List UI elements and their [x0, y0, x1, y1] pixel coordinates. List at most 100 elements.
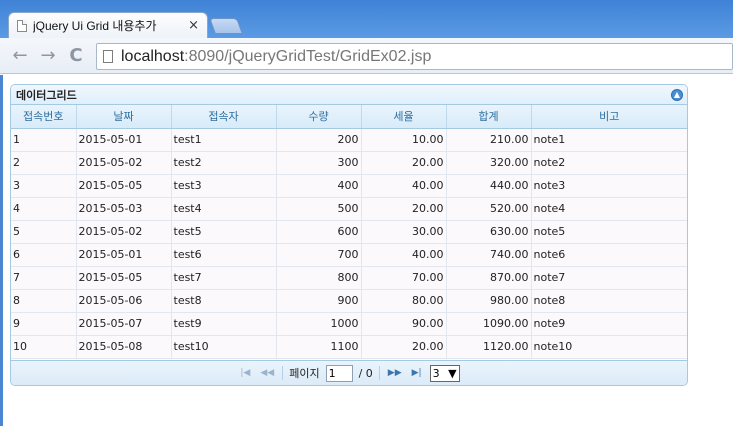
column-header[interactable]: 접속번호 [11, 105, 77, 129]
column-header[interactable]: 수량 [276, 105, 362, 129]
cell-note[interactable]: note4 [531, 197, 687, 221]
new-tab-button[interactable] [209, 18, 243, 34]
table-row[interactable]: 7 2015-05-05 test7 800 70.00 870.00 note7 [11, 266, 687, 290]
cell-total[interactable]: 1120.00 [446, 335, 532, 359]
cell-id[interactable]: 4 [11, 197, 77, 221]
table-row[interactable]: 6 2015-05-01 test6 700 40.00 740.00 note6 [11, 243, 687, 267]
close-tab-icon[interactable]: × [188, 18, 199, 33]
cell-qty[interactable]: 700 [276, 243, 362, 267]
cell-tax[interactable]: 80.00 [361, 289, 447, 313]
cell-note[interactable]: note7 [531, 266, 687, 290]
forward-arrow-icon[interactable]: → [38, 46, 58, 66]
cell-note[interactable]: note9 [531, 312, 687, 336]
cell-user[interactable]: test10 [171, 335, 277, 359]
cell-total[interactable]: 520.00 [446, 197, 532, 221]
table-row[interactable]: 9 2015-05-07 test9 1000 90.00 1090.00 note9 [11, 312, 687, 336]
address-bar[interactable]: localhost:8090/jQueryGridTest/GridEx02.j… [96, 43, 733, 70]
cell-qty[interactable]: 400 [276, 174, 362, 198]
cell-note[interactable]: note8 [531, 289, 687, 313]
column-header[interactable]: 합계 [446, 105, 532, 129]
collapse-icon[interactable]: ▲ [671, 88, 683, 101]
browser-tab[interactable]: jQuery Ui Grid 내용추가 × [8, 12, 208, 38]
table-row[interactable]: 3 2015-05-05 test3 400 40.00 440.00 note3 [11, 174, 687, 198]
cell-total[interactable]: 210.00 [446, 128, 532, 152]
table-row[interactable]: 2 2015-05-02 test2 300 20.00 320.00 note2 [11, 151, 687, 175]
cell-id[interactable]: 8 [11, 289, 77, 313]
cell-user[interactable]: test3 [171, 174, 277, 198]
cell-note[interactable]: note3 [531, 174, 687, 198]
cell-total[interactable]: 1090.00 [446, 312, 532, 336]
cell-qty[interactable]: 600 [276, 220, 362, 244]
table-row[interactable]: 8 2015-05-06 test8 900 80.00 980.00 note8 [11, 289, 687, 313]
cell-tax[interactable]: 30.00 [361, 220, 447, 244]
cell-user[interactable]: test8 [171, 289, 277, 313]
cell-id[interactable]: 5 [11, 220, 77, 244]
cell-date[interactable]: 2015-05-01 [76, 243, 172, 267]
cell-user[interactable]: test9 [171, 312, 277, 336]
cell-user[interactable]: test1 [171, 128, 277, 152]
prev-page-icon[interactable]: ◀◀ [258, 368, 276, 378]
cell-total[interactable]: 630.00 [446, 220, 532, 244]
column-header[interactable]: 접속자 [171, 105, 277, 129]
cell-qty[interactable]: 200 [276, 128, 362, 152]
cell-total[interactable]: 440.00 [446, 174, 532, 198]
table-row[interactable]: 10 2015-05-08 test10 1100 20.00 1120.00 note10 [11, 335, 687, 359]
cell-total[interactable]: 980.00 [446, 289, 532, 313]
cell-user[interactable]: test6 [171, 243, 277, 267]
url-text[interactable]: localhost:8090/jQueryGridTest/GridEx02.j… [121, 48, 431, 66]
cell-tax[interactable]: 20.00 [361, 197, 447, 221]
table-row[interactable]: 4 2015-05-03 test4 500 20.00 520.00 note4 [11, 197, 687, 221]
table-row[interactable]: 5 2015-05-02 test5 600 30.00 630.00 note5 [11, 220, 687, 244]
cell-date[interactable]: 2015-05-08 [76, 335, 172, 359]
column-header[interactable]: 날짜 [76, 105, 172, 129]
cell-qty[interactable]: 500 [276, 197, 362, 221]
page-input[interactable] [325, 364, 353, 382]
cell-date[interactable]: 2015-05-01 [76, 128, 172, 152]
first-page-icon[interactable]: |◀ [238, 368, 252, 378]
cell-tax[interactable]: 20.00 [361, 335, 447, 359]
cell-note[interactable]: note6 [531, 243, 687, 267]
cell-date[interactable]: 2015-05-05 [76, 266, 172, 290]
last-page-icon[interactable]: ▶| [410, 368, 424, 378]
cell-tax[interactable]: 90.00 [361, 312, 447, 336]
cell-user[interactable]: test2 [171, 151, 277, 175]
column-header[interactable]: 비고 [531, 105, 687, 129]
cell-user[interactable]: test4 [171, 197, 277, 221]
cell-id[interactable]: 6 [11, 243, 77, 267]
cell-date[interactable]: 2015-05-03 [76, 197, 172, 221]
next-page-icon[interactable]: ▶▶ [386, 368, 404, 378]
cell-total[interactable]: 870.00 [446, 266, 532, 290]
cell-user[interactable]: test7 [171, 266, 277, 290]
cell-tax[interactable]: 20.00 [361, 151, 447, 175]
cell-qty[interactable]: 800 [276, 266, 362, 290]
cell-tax[interactable]: 10.00 [361, 128, 447, 152]
cell-note[interactable]: note2 [531, 151, 687, 175]
cell-id[interactable]: 3 [11, 174, 77, 198]
cell-qty[interactable]: 900 [276, 289, 362, 313]
cell-id[interactable]: 1 [11, 128, 77, 152]
reload-icon[interactable]: C [66, 46, 86, 66]
cell-date[interactable]: 2015-05-02 [76, 151, 172, 175]
cell-id[interactable]: 9 [11, 312, 77, 336]
table-row[interactable]: 1 2015-05-01 test1 200 10.00 210.00 note1 [11, 128, 687, 152]
cell-qty[interactable]: 1100 [276, 335, 362, 359]
cell-qty[interactable]: 300 [276, 151, 362, 175]
column-header[interactable]: 세율 [361, 105, 447, 129]
rows-per-page-select[interactable]: 3 ▼ [429, 364, 460, 382]
cell-total[interactable]: 740.00 [446, 243, 532, 267]
cell-id[interactable]: 2 [11, 151, 77, 175]
cell-note[interactable]: note1 [531, 128, 687, 152]
cell-total[interactable]: 320.00 [446, 151, 532, 175]
cell-id[interactable]: 10 [11, 335, 77, 359]
cell-date[interactable]: 2015-05-06 [76, 289, 172, 313]
cell-date[interactable]: 2015-05-05 [76, 174, 172, 198]
cell-note[interactable]: note10 [531, 335, 687, 359]
cell-qty[interactable]: 1000 [276, 312, 362, 336]
back-arrow-icon[interactable]: ← [10, 46, 30, 66]
cell-date[interactable]: 2015-05-07 [76, 312, 172, 336]
cell-tax[interactable]: 40.00 [361, 243, 447, 267]
cell-tax[interactable]: 70.00 [361, 266, 447, 290]
cell-user[interactable]: test5 [171, 220, 277, 244]
cell-id[interactable]: 7 [11, 266, 77, 290]
cell-date[interactable]: 2015-05-02 [76, 220, 172, 244]
